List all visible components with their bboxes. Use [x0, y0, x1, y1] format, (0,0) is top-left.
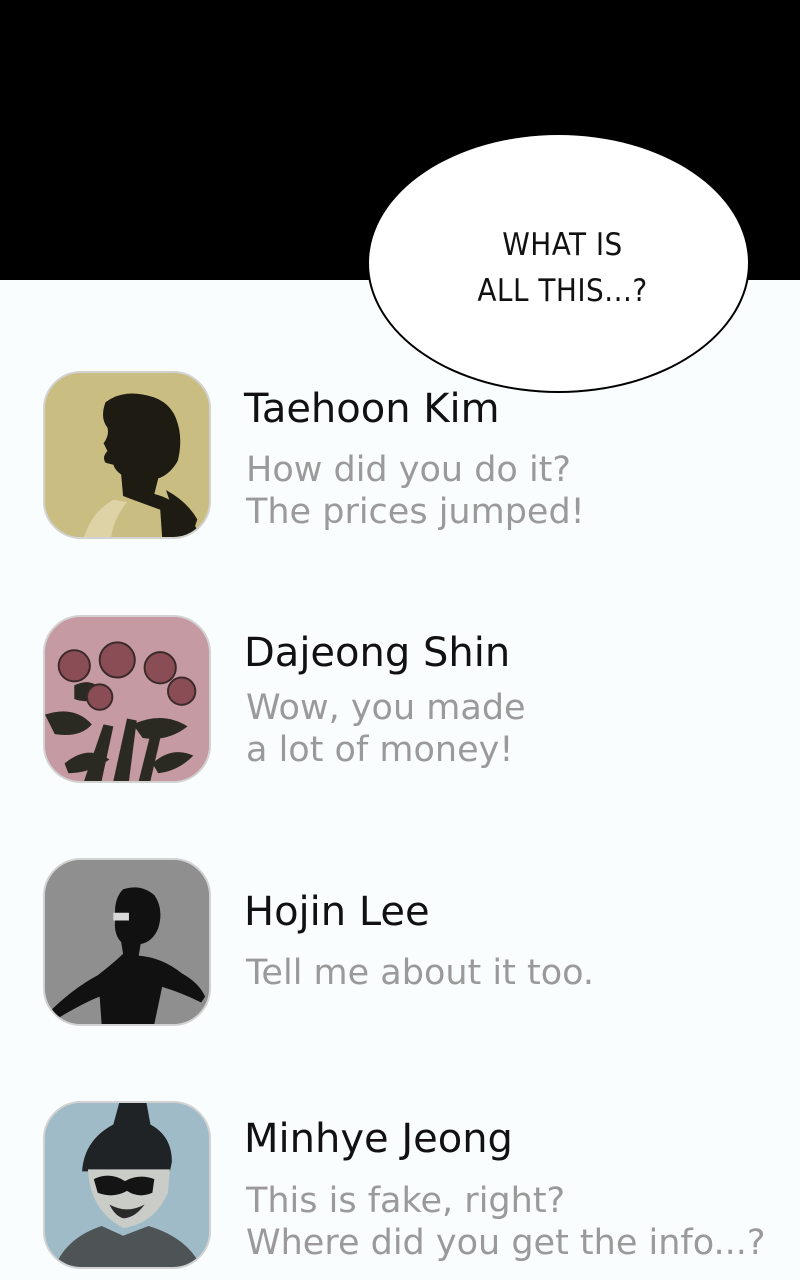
contact-name: Dajeong Shin — [244, 630, 511, 676]
man-profile-avatar-icon — [43, 371, 211, 539]
flowers-avatar-icon — [43, 615, 211, 783]
man-silhouette-avatar-icon — [43, 858, 211, 1026]
contact-message-preview: How did you do it? The prices jumped! — [246, 450, 585, 532]
contact-name: Taehoon Kim — [244, 386, 500, 432]
contact-name: Hojin Lee — [244, 889, 430, 935]
contact-message-preview: Tell me about it too. — [246, 953, 595, 993]
speech-bubble-text: WHAT IS ALL THIS...? — [477, 227, 648, 309]
woman-sunglasses-avatar-icon — [43, 1101, 211, 1269]
contact-message-preview: Wow, you made a lot of money! — [246, 688, 526, 770]
contact-name: Minhye Jeong — [244, 1116, 513, 1162]
contact-message-preview: This is fake, right? Where did you get t… — [246, 1181, 766, 1263]
